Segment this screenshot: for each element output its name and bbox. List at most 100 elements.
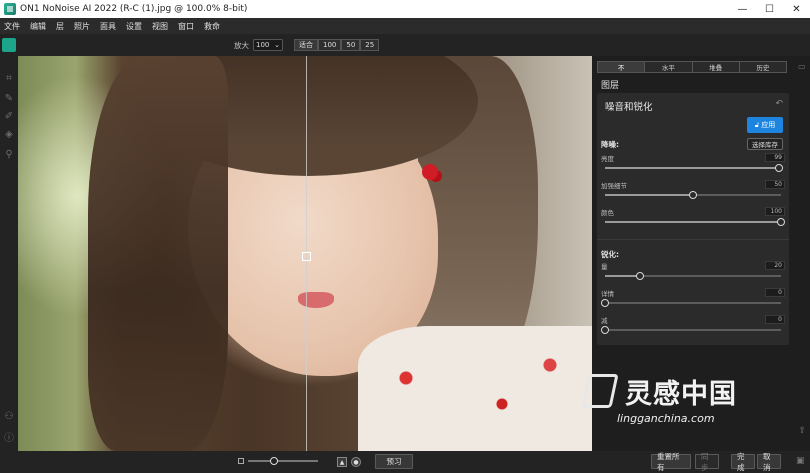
compare-icon[interactable]: ▲ bbox=[337, 457, 347, 467]
close-button[interactable]: ✕ bbox=[783, 0, 810, 18]
slider-track[interactable] bbox=[605, 164, 784, 172]
slider-thumb[interactable] bbox=[636, 272, 645, 280]
slider-label: 亮度 bbox=[601, 155, 614, 163]
slider-label: 详情 bbox=[601, 290, 614, 298]
watermark-cn: 灵感中国 bbox=[625, 379, 737, 410]
slider-thumb[interactable] bbox=[777, 218, 785, 226]
sharpen-title: 锐化: bbox=[601, 250, 619, 259]
slider-track[interactable] bbox=[605, 218, 785, 226]
reset-icon[interactable]: ↶ bbox=[775, 99, 783, 109]
top-toolbar: 放大 100 ⌄ 适合 100 50 25 bbox=[0, 34, 810, 56]
menu-window[interactable]: 窗口 bbox=[178, 21, 194, 32]
denoise-title: 降噪: bbox=[601, 140, 619, 149]
zoom-fit-button[interactable]: 适合 bbox=[294, 39, 318, 51]
slider-value[interactable]: 100 bbox=[765, 207, 785, 216]
apply-button[interactable]: 🔓︎ 应用 bbox=[747, 117, 783, 133]
sync-button[interactable]: 同步 bbox=[695, 452, 719, 472]
tab-horizontal[interactable]: 水平 bbox=[645, 62, 693, 72]
tab-none[interactable]: 不 bbox=[598, 62, 646, 72]
menu-file[interactable]: 文件 bbox=[4, 21, 20, 32]
bottom-bar: ▲ ● 预习 重置所有 同步 完成 取消 ▣ bbox=[0, 451, 810, 473]
slider-thumb[interactable] bbox=[775, 164, 784, 172]
menu-layer[interactable]: 层 bbox=[56, 21, 64, 32]
slider-track[interactable] bbox=[601, 299, 781, 307]
photo-canvas[interactable] bbox=[18, 56, 592, 451]
slider-reduce[interactable]: 减 0 bbox=[601, 315, 785, 337]
slider-track[interactable] bbox=[605, 191, 781, 199]
zoom-select[interactable]: 100 ⌄ bbox=[253, 39, 283, 51]
unlock-icon: 🔓︎ bbox=[754, 120, 760, 129]
tab-history[interactable]: 历史 bbox=[739, 62, 786, 72]
window-controls: — ☐ ✕ bbox=[729, 0, 810, 18]
photo-hair-left bbox=[88, 56, 228, 451]
panel-tabs: 不 水平 堆叠 历史 bbox=[597, 61, 787, 73]
menu-photo[interactable]: 照片 bbox=[74, 21, 90, 32]
slider-details[interactable]: 详情 0 bbox=[601, 288, 785, 310]
zoom-25-button[interactable]: 25 bbox=[360, 39, 380, 51]
maximize-button[interactable]: ☐ bbox=[756, 0, 783, 18]
slider-amount[interactable]: 量 20 bbox=[601, 261, 785, 283]
slider-color[interactable]: 颜色 100 bbox=[601, 207, 785, 229]
slider-track[interactable] bbox=[601, 326, 781, 334]
menu-bar: 文件 编辑 层 照片 面具 设置 视图 窗口 救命 bbox=[0, 18, 810, 34]
eraser-icon[interactable]: ◈ bbox=[3, 128, 15, 140]
slider-thumb[interactable] bbox=[689, 191, 697, 199]
slider-enhance-detail[interactable]: 加强细节 50 bbox=[601, 180, 785, 202]
chevron-down-icon: ⌄ bbox=[274, 41, 280, 49]
slider-thumb[interactable] bbox=[601, 299, 609, 307]
thumbnail-size-slider[interactable] bbox=[248, 457, 318, 465]
small-thumb-icon[interactable] bbox=[238, 458, 244, 464]
noise-sharpen-section: 噪音和锐化 ↶ 🔓︎ 应用 降噪: 选择库存 亮度 99 加强细节 50 颜色 … bbox=[597, 93, 789, 345]
title-bar: ON1 NoNoise AI 2022 (R-C (1).jpg @ 100.0… bbox=[0, 0, 810, 18]
slider-thumb[interactable] bbox=[601, 326, 609, 334]
reset-all-button[interactable]: 重置所有 bbox=[651, 452, 691, 472]
mask-brush-icon[interactable]: ✐ bbox=[3, 110, 15, 122]
slider-value[interactable]: 0 bbox=[765, 288, 785, 297]
slider-value[interactable]: 0 bbox=[765, 315, 785, 324]
photo-earring bbox=[422, 164, 438, 180]
slider-label: 颜色 bbox=[601, 209, 614, 217]
slider-value[interactable]: 99 bbox=[765, 153, 785, 162]
slider-label: 量 bbox=[601, 263, 608, 271]
app-logo-icon bbox=[2, 38, 16, 52]
share-icon[interactable]: ⇪ bbox=[798, 426, 806, 436]
slider-track[interactable] bbox=[605, 272, 781, 280]
window-title: ON1 NoNoise AI 2022 (R-C (1).jpg @ 100.0… bbox=[20, 4, 248, 14]
help-icon[interactable]: ⓘ bbox=[3, 430, 15, 444]
crop-icon[interactable]: ⌗ bbox=[3, 72, 15, 84]
done-button[interactable]: 完成 bbox=[731, 452, 755, 472]
minimize-button[interactable]: — bbox=[729, 0, 756, 18]
section-divider bbox=[597, 239, 789, 240]
menu-edit[interactable]: 编辑 bbox=[30, 21, 46, 32]
mask-view-icon[interactable]: ● bbox=[351, 457, 361, 467]
zoom-50-button[interactable]: 50 bbox=[341, 39, 361, 51]
menu-mask[interactable]: 面具 bbox=[100, 21, 116, 32]
watermark: 灵感中国 lingganchina.com bbox=[575, 366, 785, 436]
watermark-en: lingganchina.com bbox=[617, 412, 715, 425]
zoom-100-button[interactable]: 100 bbox=[318, 39, 342, 51]
photo-shirt bbox=[358, 326, 592, 451]
left-tool-strip: ⌗ ✎ ✐ ◈ ⚲ ⚇ ⓘ bbox=[0, 56, 18, 451]
section-title: 噪音和锐化 bbox=[605, 102, 653, 113]
zoom-control: 放大 100 ⌄ bbox=[234, 39, 283, 51]
zoom-tool-icon[interactable]: ⚲ bbox=[3, 148, 15, 160]
slider-label: 加强细节 bbox=[601, 182, 627, 190]
brush-icon[interactable]: ✎ bbox=[3, 92, 15, 104]
preview-button[interactable]: 预习 bbox=[375, 454, 413, 469]
slider-value[interactable]: 50 bbox=[765, 180, 785, 189]
slider-luminance[interactable]: 亮度 99 bbox=[601, 153, 785, 175]
menu-view[interactable]: 视图 bbox=[152, 21, 168, 32]
split-handle[interactable] bbox=[302, 252, 311, 261]
menu-help[interactable]: 救命 bbox=[204, 21, 220, 32]
user-icon[interactable]: ⚇ bbox=[3, 410, 15, 422]
slider-label: 减 bbox=[601, 317, 608, 325]
cancel-button[interactable]: 取消 bbox=[757, 452, 781, 472]
slider-value[interactable]: 20 bbox=[765, 261, 785, 270]
select-preset-button[interactable]: 选择库存 bbox=[747, 138, 783, 150]
panel-toggle-icon[interactable]: ▣ bbox=[796, 456, 805, 466]
slider-thumb[interactable] bbox=[270, 457, 278, 465]
watermark-logo-icon bbox=[581, 374, 619, 408]
menu-settings[interactable]: 设置 bbox=[126, 21, 142, 32]
tab-stacked[interactable]: 堆叠 bbox=[692, 62, 740, 72]
panel-menu-icon[interactable]: ▭ bbox=[798, 62, 808, 72]
